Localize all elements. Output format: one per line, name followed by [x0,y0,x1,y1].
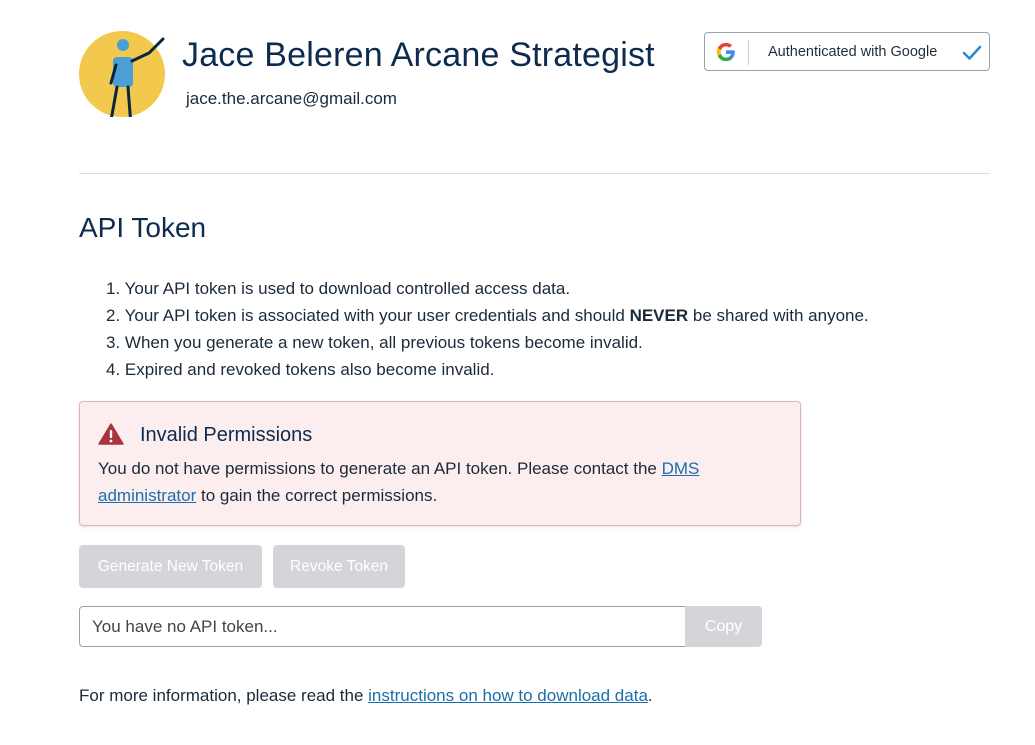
section-divider [79,173,990,174]
list-item: 2. Your API token is associated with you… [106,306,869,325]
download-instructions-link[interactable]: instructions on how to download data [368,686,648,705]
list-item: 3. When you generate a new token, all pr… [106,333,643,352]
alert-message: You do not have permissions to generate … [98,459,700,505]
section-title: API Token [79,212,207,243]
checkmark-icon [962,45,982,60]
auth-label: Authenticated with Google [768,44,938,60]
list-item: 4. Expired and revoked tokens also becom… [106,360,495,379]
list-item: 1. Your API token is used to download co… [106,279,571,298]
badge-divider [748,40,749,65]
user-email: jace.the.arcane@gmail.com [186,89,397,108]
auth-badge: Authenticated with Google [704,32,990,71]
token-input[interactable] [79,606,686,647]
revoke-token-button[interactable]: Revoke Token [273,545,405,588]
alert-title: Invalid Permissions [140,424,313,446]
footer-info: For more information, please read the in… [79,686,653,705]
token-rules-list: 1. Your API token is used to download co… [106,278,869,386]
avatar [79,31,165,117]
user-name: Jace Beleren Arcane Strategist [182,36,655,74]
warning-icon [98,423,124,445]
invalid-permissions-alert: Invalid Permissions You do not have perm… [79,401,801,526]
generate-token-button[interactable]: Generate New Token [79,545,262,588]
copy-button[interactable]: Copy [685,606,762,647]
google-icon [716,42,735,62]
